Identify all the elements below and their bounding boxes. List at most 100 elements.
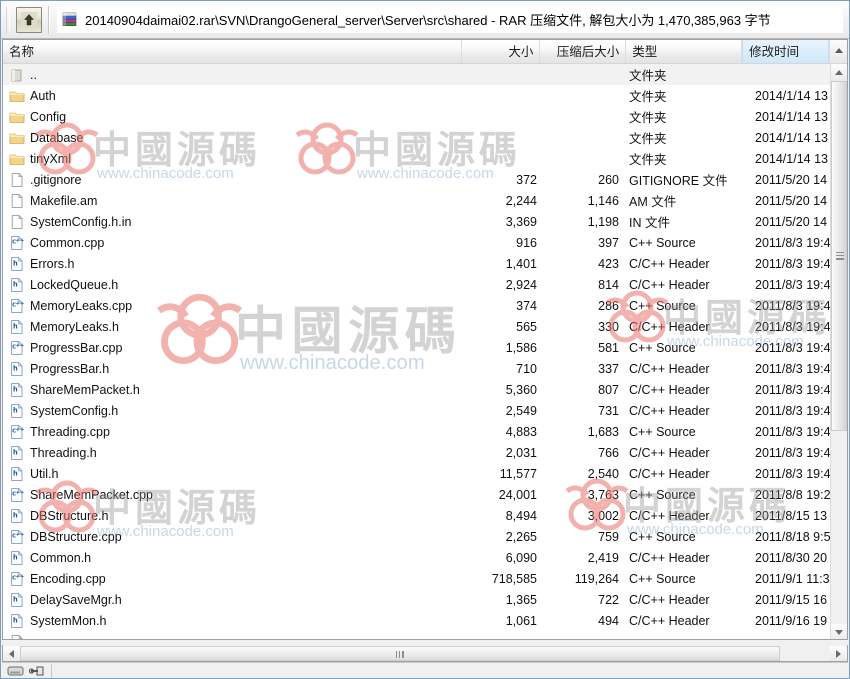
file-name-label: MemoryLeaks.cpp (30, 298, 133, 313)
column-header-packed[interactable]: 压缩后大小 (540, 40, 627, 63)
table-row[interactable]: C ++ ProgressBar.cpp 1,586 581 C++ Source 2011… (3, 337, 832, 358)
archive-path-field[interactable]: 20140904daimai02.rar\SVN\DrangoGeneral_s… (57, 6, 843, 33)
file-name-label: SystemConfig.h.in (30, 214, 132, 229)
cell-modified: 2011/5/20 14 (755, 172, 828, 187)
folder-icon (9, 91, 25, 102)
cell-type: C++ Source (629, 487, 696, 502)
table-row[interactable]: h DBStructure.h 8,494 3,002 C/C++ Header 2011… (3, 505, 832, 526)
h-header-icon: h (11, 592, 23, 607)
cell-name: h SystemConfig.h (3, 403, 463, 419)
scroll-left-button[interactable] (3, 645, 20, 661)
vertical-scrollbar[interactable] (830, 64, 847, 639)
table-row-partial[interactable] (3, 631, 832, 639)
table-row[interactable]: tinyXml 文件夹 2014/1/14 13 (3, 148, 832, 169)
table-row[interactable]: h Threading.h 2,031 766 C/C++ Header 2011/8/3… (3, 442, 832, 463)
cell-size: 2,549 (505, 403, 537, 418)
column-header-type[interactable]: 类型 (626, 40, 743, 63)
toolbar-grip[interactable] (5, 6, 11, 33)
cell-size: 1,586 (505, 340, 537, 355)
table-row[interactable]: C ++ ShareMemPacket.cpp 24,001 3,763 C++ Sour… (3, 484, 832, 505)
cell-type: C/C++ Header (629, 550, 710, 565)
file-name-label: ShareMemPacket.cpp (30, 487, 153, 502)
table-row[interactable]: C ++ DBStructure.cpp 2,265 759 C++ Source 2011… (3, 526, 832, 547)
table-row[interactable]: .gitignore 372 260 GITIGNORE 文件 2011/5/20 14 (3, 169, 832, 190)
horizontal-scroll-thumb[interactable] (20, 645, 780, 661)
cell-packed: 722 (598, 592, 619, 607)
svg-text:h: h (13, 511, 18, 519)
scroll-down-button[interactable] (831, 624, 847, 639)
blank-file-icon (11, 214, 23, 229)
file-name-label: DBStructure.h (30, 508, 109, 523)
column-header-name[interactable]: 名称 (3, 40, 463, 63)
svg-text:++: ++ (16, 427, 25, 433)
column-header-size[interactable]: 大小 (462, 40, 541, 63)
cell-type: C/C++ Header (629, 613, 710, 628)
cell-packed: 3,763 (587, 487, 619, 502)
cell-packed: 581 (598, 340, 619, 355)
table-row[interactable]: h SystemMon.h 1,061 494 C/C++ Header 2011/9/1… (3, 610, 832, 631)
file-name-label: Database (30, 130, 84, 145)
cell-size: 6,090 (505, 550, 537, 565)
cell-size: 11,577 (499, 466, 537, 481)
svg-text:++: ++ (16, 343, 25, 349)
table-row[interactable]: h Util.h 11,577 2,540 C/C++ Header 2011/8/3 1… (3, 463, 832, 484)
table-row[interactable]: h Common.h 6,090 2,419 C/C++ Header 2011/8/30… (3, 547, 832, 568)
cell-size: 710 (516, 361, 537, 376)
table-row[interactable]: Database 文件夹 2014/1/14 13 (3, 127, 832, 148)
cell-name: h SystemMon.h (3, 613, 463, 629)
table-row[interactable]: h MemoryLeaks.h 565 330 C/C++ Header 2011/8/3… (3, 316, 832, 337)
cell-packed: 759 (598, 529, 619, 544)
svg-text:++: ++ (16, 238, 25, 244)
blank-file-icon (11, 634, 23, 639)
blank-file-icon (11, 193, 23, 208)
horizontal-scrollbar[interactable] (2, 645, 848, 662)
table-row[interactable]: Makefile.am 2,244 1,146 AM 文件 2011/5/20 14 (3, 190, 832, 211)
table-row[interactable]: h Errors.h 1,401 423 C/C++ Header 2011/8/3 19… (3, 253, 832, 274)
cell-packed: 766 (598, 445, 619, 460)
horizontal-scroll-track[interactable] (20, 645, 830, 661)
cell-modified: 2011/8/3 19:4 (755, 382, 831, 397)
svg-text:h: h (13, 595, 18, 603)
table-row[interactable]: h LockedQueue.h 2,924 814 C/C++ Header 2011/8… (3, 274, 832, 295)
table-row[interactable]: Auth 文件夹 2014/1/14 13 (3, 85, 832, 106)
table-row[interactable]: .. 文件夹 (3, 64, 832, 85)
cell-name: h DelaySaveMgr.h (3, 592, 463, 608)
table-row[interactable]: C ++ Common.cpp 916 397 C++ Source 2011/8/3 19… (3, 232, 832, 253)
cell-packed: 286 (598, 298, 619, 313)
file-name-label: Config (30, 109, 67, 124)
h-header-icon: h (11, 445, 23, 460)
cell-modified: 2011/8/3 19:4 (755, 256, 831, 271)
file-name-label: ShareMemPacket.h (30, 382, 140, 397)
cell-size: 916 (516, 235, 537, 250)
cell-packed: 1,683 (587, 424, 619, 439)
cell-size: 3,369 (505, 214, 537, 229)
scroll-right-button[interactable] (830, 645, 847, 661)
cell-name: h Errors.h (3, 256, 463, 272)
svg-text:h: h (13, 616, 18, 624)
column-header-modified[interactable]: 修改时间 (742, 40, 829, 63)
folder-icon (9, 133, 25, 144)
table-row[interactable]: h ShareMemPacket.h 5,360 807 C/C++ Header 201… (3, 379, 832, 400)
table-row[interactable]: C ++ Encoding.cpp 718,585 119,264 C++ Source 2… (3, 568, 832, 589)
file-name-label: LockedQueue.h (30, 277, 119, 292)
scroll-up-button[interactable] (831, 64, 847, 81)
cell-name: C ++ Encoding.cpp (3, 571, 463, 587)
sort-ascending-icon (835, 47, 843, 53)
cell-type: C/C++ Header (629, 382, 710, 397)
cell-name: Makefile.am (3, 193, 463, 209)
table-row[interactable]: C ++ MemoryLeaks.cpp 374 286 C++ Source 2011/8… (3, 295, 832, 316)
up-one-level-button[interactable] (16, 6, 42, 33)
table-row[interactable]: C ++ Threading.cpp 4,883 1,683 C++ Source 2011… (3, 421, 832, 442)
cell-modified: 2011/9/1 11:3 (755, 571, 830, 586)
table-row[interactable]: SystemConfig.h.in 3,369 1,198 IN 文件 2011/5/2… (3, 211, 832, 232)
table-row[interactable]: h SystemConfig.h 2,549 731 C/C++ Header 2011/… (3, 400, 832, 421)
cell-modified: 2011/9/16 19 (755, 613, 828, 628)
h-header-icon: h (11, 256, 23, 271)
cpp-source-icon: C ++ (11, 340, 25, 355)
table-row[interactable]: h ProgressBar.h 710 337 C/C++ Header 2011/8/3… (3, 358, 832, 379)
cell-modified: 2011/8/3 19:4 (755, 445, 831, 460)
file-name-label: Common.cpp (30, 235, 105, 250)
table-row[interactable]: Config 文件夹 2014/1/14 13 (3, 106, 832, 127)
table-row[interactable]: h DelaySaveMgr.h 1,365 722 C/C++ Header 2011/… (3, 589, 832, 610)
vertical-scroll-thumb[interactable] (831, 81, 847, 431)
